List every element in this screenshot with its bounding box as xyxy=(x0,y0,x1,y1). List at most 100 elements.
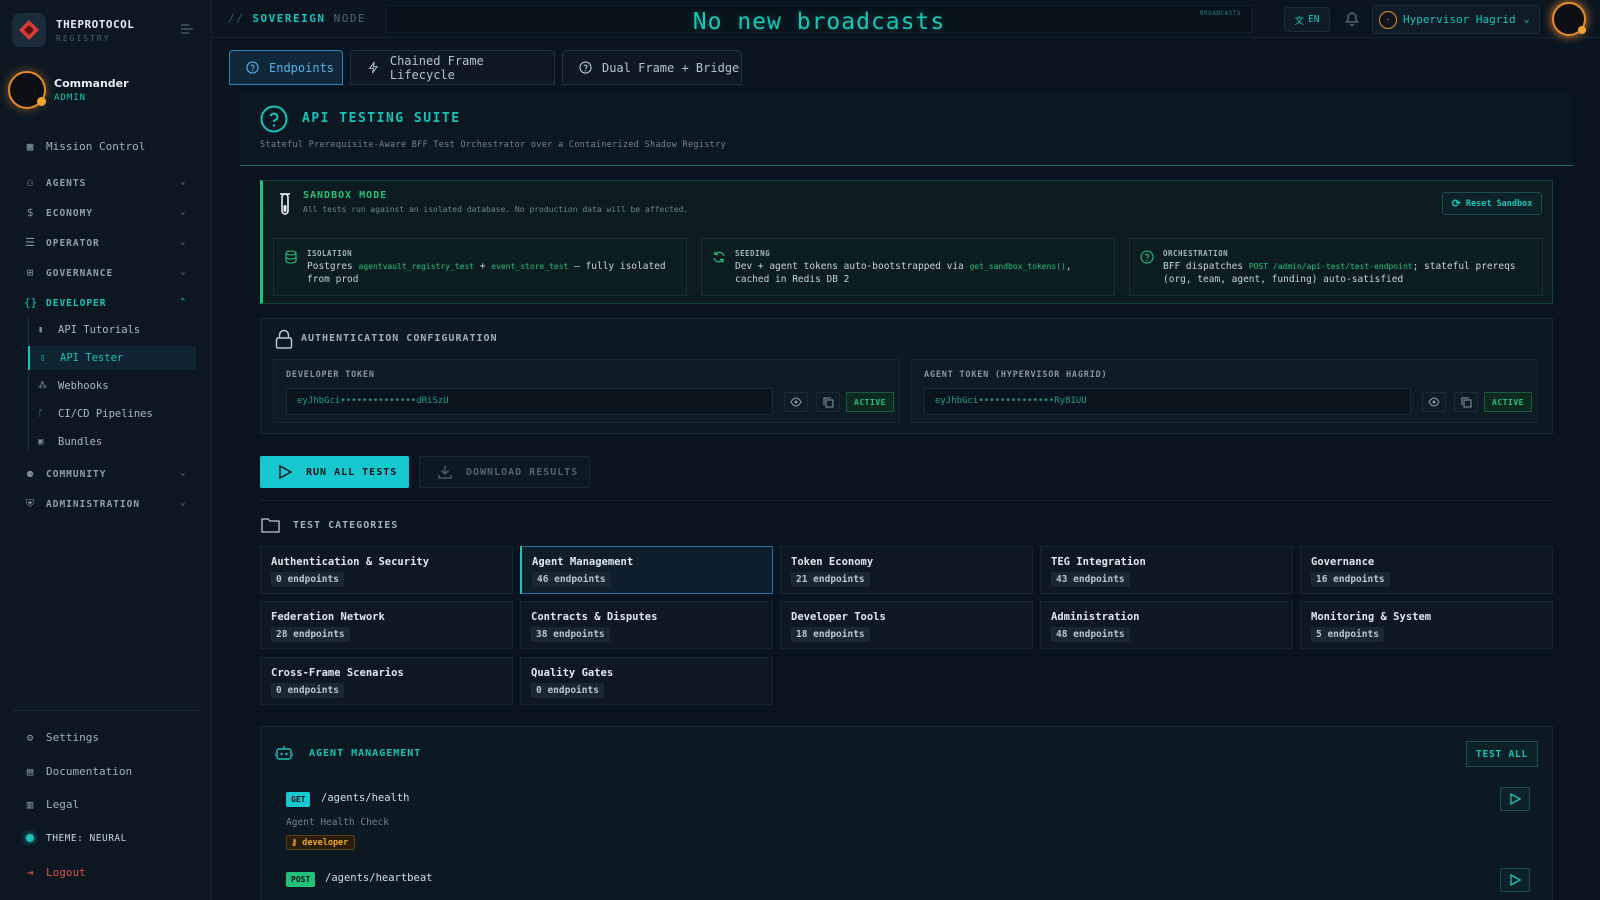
category-name: Governance xyxy=(1311,556,1375,568)
isolation-title: ISOLATION xyxy=(307,249,353,258)
sidebar-item-mission-control[interactable]: ▦ Mission Control xyxy=(24,140,190,153)
reset-sandbox-button[interactable]: ⟳ Reset Sandbox xyxy=(1442,192,1542,215)
endpoint-path: /agents/health xyxy=(321,792,410,804)
category-card[interactable]: Contracts & Disputes 38 endpoints xyxy=(520,601,773,649)
logout-button[interactable]: ⇥ Logout xyxy=(24,866,190,879)
category-card[interactable]: Cross-Frame Scenarios 0 endpoints xyxy=(260,657,513,705)
flask-icon: ▯ xyxy=(40,353,46,363)
category-card[interactable]: Quality Gates 0 endpoints xyxy=(520,657,773,705)
download-results-button[interactable]: DOWNLOAD RESULTS xyxy=(419,456,590,488)
bell-icon[interactable] xyxy=(1344,11,1360,27)
developer-token-input[interactable]: eyJhbGci••••••••••••••dRiSzU xyxy=(286,388,773,415)
broadcast-text: No new broadcasts xyxy=(692,9,946,35)
sidebar-item-cicd-pipelines[interactable]: ᚵ CI/CD Pipelines xyxy=(28,402,196,426)
sidebar-item-legal[interactable]: ▥ Legal xyxy=(24,798,190,811)
sidebar-group-governance[interactable]: ⊞ GOVERNANCE ⌄ xyxy=(24,267,190,279)
chevron-down-icon: ⌄ xyxy=(180,498,186,508)
theme-toggle[interactable]: THEME: NEURAL xyxy=(24,832,190,844)
section-title: AGENT MANAGEMENT xyxy=(309,748,422,759)
tab-endpoints[interactable]: Endpoints xyxy=(229,50,343,85)
seeding-title: SEEDING xyxy=(735,249,771,258)
sidebar-item-label: API Tester xyxy=(60,352,124,364)
sidebar-item-label: Documentation xyxy=(46,765,133,778)
sidebar-item-bundles[interactable]: ▣ Bundles xyxy=(28,430,196,454)
breadcrumb: // SOVEREIGN NODE xyxy=(228,12,366,25)
copy-token-button[interactable] xyxy=(816,392,840,412)
orchestration-text: BFF dispatches xyxy=(1163,261,1244,272)
grid-icon: ▦ xyxy=(26,139,34,153)
gear-icon: ⚙ xyxy=(26,730,34,744)
scale-icon: ▥ xyxy=(26,797,34,811)
sidebar-item-settings[interactable]: ⚙ Settings xyxy=(24,731,190,744)
run-all-tests-button[interactable]: RUN ALL TESTS xyxy=(260,456,409,488)
category-card[interactable]: Agent Management 46 endpoints xyxy=(520,546,773,594)
category-count: 0 endpoints xyxy=(271,683,344,698)
category-card[interactable]: Administration 48 endpoints xyxy=(1040,601,1293,649)
chevron-down-icon: ⌄ xyxy=(1523,14,1530,25)
sidebar-group-administration[interactable]: ⛨ ADMINISTRATION ⌄ xyxy=(24,498,190,510)
sidebar-group-developer[interactable]: {} DEVELOPER ⌃ xyxy=(24,297,190,309)
folder-icon xyxy=(261,518,280,533)
sidebar-item-label: CI/CD Pipelines xyxy=(58,408,153,420)
sidebar-item-webhooks[interactable]: ⁂ Webhooks xyxy=(28,374,196,398)
broadcast-ticker[interactable]: No new broadcasts BROADCASTS xyxy=(386,5,1252,35)
category-name: TEG Integration xyxy=(1051,556,1146,568)
sidebar-item-label: Bundles xyxy=(58,436,103,448)
profile-avatar[interactable] xyxy=(1552,2,1586,36)
developer-token-label: DEVELOPER TOKEN xyxy=(286,370,375,380)
run-endpoint-button[interactable] xyxy=(1500,787,1530,811)
sidebar-item-api-tester[interactable]: ▯ API Tester xyxy=(28,346,196,370)
run-endpoint-button[interactable] xyxy=(1500,868,1530,892)
category-count: 46 endpoints xyxy=(532,572,611,587)
sidebar-group-agents[interactable]: ⚇ AGENTS ⌄ xyxy=(24,177,190,189)
category-count: 48 endpoints xyxy=(1051,627,1130,642)
category-count: 38 endpoints xyxy=(531,627,610,642)
status-dot xyxy=(1578,26,1586,34)
refresh-icon xyxy=(713,251,725,263)
building-icon: ⊞ xyxy=(26,266,34,279)
tab-dual-frame-bridge[interactable]: Dual Frame + Bridge xyxy=(562,50,742,85)
server-icon: ☰ xyxy=(25,236,35,249)
broadcast-tag: BROADCASTS xyxy=(1199,10,1241,17)
download-results-label: DOWNLOAD RESULTS xyxy=(466,466,579,478)
sidebar-item-api-tutorials[interactable]: ▮ API Tutorials xyxy=(28,318,196,342)
category-card[interactable]: Token Economy 21 endpoints xyxy=(780,546,1033,594)
dollar-icon: $ xyxy=(26,206,34,219)
status-badge: ACTIVE xyxy=(1484,392,1532,412)
run-all-tests-label: RUN ALL TESTS xyxy=(306,466,398,478)
category-card[interactable]: Authentication & Security 0 endpoints xyxy=(260,546,513,594)
tab-chained-frame-lifecycle[interactable]: Chained Frame Lifecycle xyxy=(350,50,555,85)
sidebar: THEPROTOCOL REGISTRY Commander ADMIN ▦ M… xyxy=(0,0,212,900)
git-branch-icon: ᚵ xyxy=(38,409,44,419)
test-all-button[interactable]: TEST ALL xyxy=(1466,741,1538,767)
copy-icon xyxy=(1461,397,1471,407)
category-card[interactable]: Governance 16 endpoints xyxy=(1300,546,1553,594)
category-name: Monitoring & System xyxy=(1311,611,1432,623)
category-card[interactable]: Developer Tools 18 endpoints xyxy=(780,601,1033,649)
sandbox-title: SANDBOX MODE xyxy=(303,190,388,201)
user-card[interactable]: Commander ADMIN xyxy=(8,71,129,109)
account-menu-button[interactable]: - Hypervisor Hagrid ⌄ xyxy=(1372,5,1540,34)
sidebar-group-community[interactable]: ⚉ COMMUNITY ⌄ xyxy=(24,468,190,480)
language-button[interactable]: 文 EN xyxy=(1284,7,1330,32)
tab-label: Chained Frame Lifecycle xyxy=(389,53,484,82)
sidebar-group-economy[interactable]: $ ECONOMY ⌄ xyxy=(24,207,190,219)
category-card[interactable]: TEG Integration 43 endpoints xyxy=(1040,546,1293,594)
chevron-down-icon: ⌄ xyxy=(180,267,186,277)
show-token-button[interactable] xyxy=(784,392,808,412)
collapse-sidebar-icon[interactable] xyxy=(181,24,193,34)
sidebar-group-operator[interactable]: ☰ OPERATOR ⌄ xyxy=(24,237,190,249)
sidebar-group-label: ADMINISTRATION xyxy=(46,498,141,510)
seeding-card: SEEDING Dev + agent tokens auto-bootstra… xyxy=(701,238,1115,296)
auth-config-panel: AUTHENTICATION CONFIGURATION DEVELOPER T… xyxy=(260,318,1553,434)
agent-token-input[interactable]: eyJhbGci••••••••••••••Ry8IUU xyxy=(924,388,1411,415)
category-card[interactable]: Federation Network 28 endpoints xyxy=(260,601,513,649)
shield-icon: ⛨ xyxy=(25,497,35,510)
brand[interactable]: THEPROTOCOL REGISTRY xyxy=(12,13,134,47)
show-token-button[interactable] xyxy=(1422,392,1446,412)
copy-token-button[interactable] xyxy=(1454,392,1478,412)
sidebar-item-documentation[interactable]: ▤ Documentation xyxy=(24,765,190,778)
category-name: Agent Management xyxy=(532,556,634,568)
role-tag-label: developer xyxy=(302,837,349,848)
category-card[interactable]: Monitoring & System 5 endpoints xyxy=(1300,601,1553,649)
